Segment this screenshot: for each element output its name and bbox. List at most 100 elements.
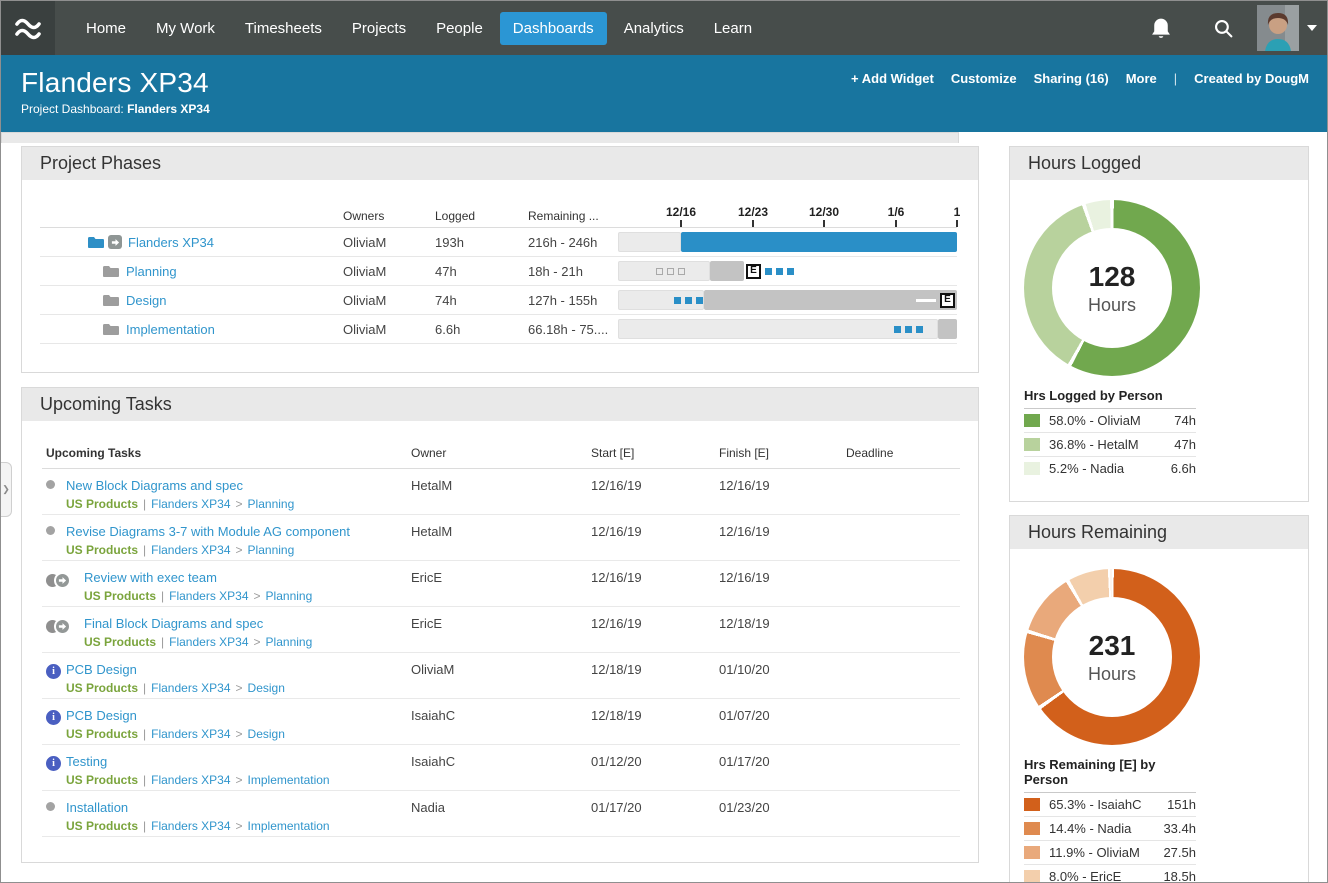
nav-item-timesheets[interactable]: Timesheets (232, 12, 335, 45)
legend-row: 65.3% - IsaiahC151h (1024, 793, 1196, 817)
gantt-bar[interactable] (618, 319, 957, 339)
nav-item-my-work[interactable]: My Work (143, 12, 228, 45)
breadcrumb-package[interactable]: US Products (66, 543, 138, 557)
legend-swatch (1024, 870, 1040, 883)
timeline-tick-mark (895, 220, 897, 227)
hours-logged-legend: Hrs Logged by Person 58.0% - OliviaM74h3… (1024, 388, 1196, 480)
user-avatar[interactable] (1257, 5, 1299, 51)
timeline-tick-label: 12/16 (666, 205, 696, 219)
task-link[interactable]: PCB Design (66, 662, 285, 677)
phase-link[interactable]: Planning (126, 264, 177, 279)
hours-logged-donut-chart[interactable]: 128 Hours (1024, 200, 1200, 376)
breadcrumb-phase[interactable]: Planning (248, 543, 295, 557)
breadcrumb-package[interactable]: US Products (66, 681, 138, 695)
breadcrumb-phase[interactable]: Design (248, 727, 285, 741)
phase-name-cell: Planning (40, 264, 343, 279)
task-finish: 12/16/19 (719, 570, 846, 585)
task-link[interactable]: Revise Diagrams 3-7 with Module AG compo… (66, 524, 350, 539)
breadcrumb-phase[interactable]: Planning (266, 635, 313, 649)
legend-hours: 151h (1167, 797, 1196, 812)
gantt-marker-ebox: E (940, 290, 955, 310)
left-panel-expander[interactable]: ❯ (1, 462, 12, 517)
col-owners: Owners (343, 209, 435, 223)
breadcrumb-project[interactable]: Flanders XP34 (169, 589, 248, 603)
timeline-tick-mark (752, 220, 754, 227)
breadcrumb-package[interactable]: US Products (66, 773, 138, 787)
nav-item-dashboards[interactable]: Dashboards (500, 12, 607, 45)
nav-item-home[interactable]: Home (73, 12, 139, 45)
task-owner: OliviaM (411, 662, 591, 677)
task-link[interactable]: Review with exec team (84, 570, 312, 585)
gantt-segment-blue (681, 232, 957, 252)
legend-title: Hrs Remaining [E] by Person (1024, 757, 1196, 793)
user-menu-caret-icon[interactable] (1307, 25, 1317, 31)
breadcrumb-phase[interactable]: Implementation (248, 819, 330, 833)
task-link[interactable]: Installation (66, 800, 330, 815)
phase-link[interactable]: Implementation (126, 322, 215, 337)
breadcrumb-project[interactable]: Flanders XP34 (151, 497, 230, 511)
breadcrumb-project[interactable]: Flanders XP34 (151, 727, 230, 741)
gantt-bar[interactable]: E (618, 261, 957, 281)
breadcrumb-package[interactable]: US Products (84, 589, 156, 603)
nav-item-learn[interactable]: Learn (701, 12, 765, 45)
legend-row: 58.0% - OliviaM74h (1024, 409, 1196, 433)
chevron-right-icon: ❯ (2, 484, 10, 495)
phase-logged: 6.6h (435, 322, 528, 337)
phase-link[interactable]: Design (126, 293, 166, 308)
phase-owner: OliviaM (343, 235, 435, 250)
search-button[interactable] (1201, 6, 1245, 50)
nav-item-projects[interactable]: Projects (339, 12, 419, 45)
gantt-bar[interactable]: E (618, 290, 957, 310)
phase-row: PlanningOliviaM47h18h - 21hE (40, 257, 957, 286)
breadcrumb-phase[interactable]: Design (248, 681, 285, 695)
project-phases-title: Project Phases (22, 147, 978, 180)
breadcrumb-package[interactable]: US Products (84, 635, 156, 649)
task-start: 12/18/19 (591, 662, 719, 677)
breadcrumb-phase[interactable]: Implementation (248, 773, 330, 787)
task-start: 12/16/19 (591, 616, 719, 631)
breadcrumb-package[interactable]: US Products (66, 819, 138, 833)
breadcrumb-package[interactable]: US Products (66, 497, 138, 511)
app-logo[interactable] (1, 1, 55, 55)
task-link[interactable]: Final Block Diagrams and spec (84, 616, 312, 631)
timeline-tick-mark (956, 220, 958, 227)
project-phases-table: Owners Logged Remaining ... 12/1612/2312… (40, 200, 957, 344)
nav-item-analytics[interactable]: Analytics (611, 12, 697, 45)
timeline-tick-label: 12/30 (809, 205, 839, 219)
breadcrumb-project[interactable]: Flanders XP34 (169, 635, 248, 649)
notifications-button[interactable] (1139, 6, 1183, 50)
task-link[interactable]: PCB Design (66, 708, 285, 723)
sharing-button[interactable]: Sharing (16) (1034, 71, 1109, 86)
breadcrumb-package[interactable]: US Products (66, 727, 138, 741)
task-row: iPCB DesignUS Products|Flanders XP34>Des… (42, 653, 960, 699)
task-start: 01/17/20 (591, 800, 719, 815)
legend-label: 58.0% - OliviaM (1049, 413, 1174, 428)
add-widget-button[interactable]: + Add Widget (851, 71, 934, 86)
breadcrumb-project[interactable]: Flanders XP34 (151, 543, 230, 557)
nav-item-people[interactable]: People (423, 12, 496, 45)
legend-label: 36.8% - HetalM (1049, 437, 1174, 452)
task-breadcrumb: US Products|Flanders XP34>Planning (84, 589, 312, 603)
subtitle-label: Project Dashboard: (21, 102, 124, 116)
gantt-marker-dash (916, 290, 936, 310)
phase-row: DesignOliviaM74h127h - 155hE (40, 286, 957, 315)
hours-logged-widget: Hours Logged 128 Hours Hrs Logged by Per… (1009, 146, 1309, 502)
donut-center: 128 Hours (1052, 228, 1172, 348)
hours-remaining-donut-chart[interactable]: 231 Hours (1024, 569, 1200, 745)
task-link[interactable]: Testing (66, 754, 330, 769)
task-start: 12/16/19 (591, 524, 719, 539)
breadcrumb-phase[interactable]: Planning (248, 497, 295, 511)
breadcrumb-project[interactable]: Flanders XP34 (151, 819, 230, 833)
task-text: TestingUS Products|Flanders XP34>Impleme… (66, 754, 330, 787)
more-button[interactable]: More (1126, 71, 1157, 86)
task-link[interactable]: New Block Diagrams and spec (66, 478, 294, 493)
actions-divider: | (1174, 71, 1177, 86)
phase-link[interactable]: Flanders XP34 (128, 235, 214, 250)
breadcrumb-project[interactable]: Flanders XP34 (151, 681, 230, 695)
customize-button[interactable]: Customize (951, 71, 1017, 86)
task-start: 12/16/19 (591, 478, 719, 493)
hours-remaining-unit: Hours (1088, 664, 1136, 685)
breadcrumb-phase[interactable]: Planning (266, 589, 313, 603)
gantt-bar[interactable] (618, 232, 957, 252)
breadcrumb-project[interactable]: Flanders XP34 (151, 773, 230, 787)
